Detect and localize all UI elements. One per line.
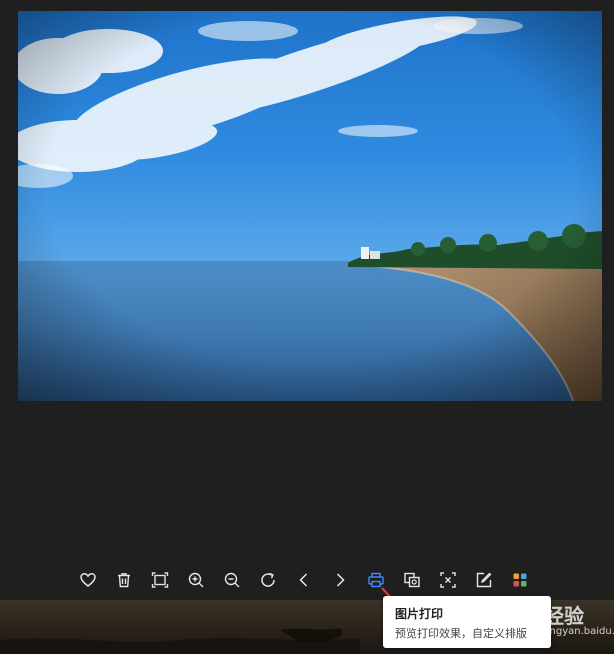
crop-icon xyxy=(440,572,456,588)
zoom-in-button[interactable] xyxy=(178,566,214,594)
edit-button[interactable] xyxy=(466,566,502,594)
watermark-logo: Bai xyxy=(470,600,508,624)
zoom-out-icon xyxy=(224,572,240,588)
chevron-right-icon xyxy=(336,573,345,587)
more-apps-button[interactable] xyxy=(502,566,538,594)
watermark-text: 经验 xyxy=(544,604,584,628)
delete-button[interactable] xyxy=(106,566,142,594)
next-button[interactable] xyxy=(322,566,358,594)
fit-screen-icon xyxy=(151,572,169,588)
apps-grid-icon xyxy=(513,573,527,587)
baidu-jingyan-watermark: Bai 经验 jingyan.baidu.com xyxy=(470,598,614,638)
trash-icon xyxy=(118,573,130,588)
rotate-icon xyxy=(261,572,275,587)
crop-button[interactable] xyxy=(430,566,466,594)
watermark-url: jingyan.baidu.com xyxy=(544,626,614,637)
zoom-in-icon xyxy=(188,572,204,588)
tooltip-title: 图片打印 xyxy=(395,607,444,621)
chevron-left-icon xyxy=(299,573,308,587)
rotate-button[interactable] xyxy=(250,566,286,594)
heart-icon xyxy=(80,573,96,587)
displayed-photo xyxy=(18,11,602,401)
zoom-out-button[interactable] xyxy=(214,566,250,594)
previous-button[interactable] xyxy=(286,566,322,594)
image-viewer-stage xyxy=(0,0,614,600)
viewer-toolbar xyxy=(70,566,540,594)
fit-to-window-button[interactable] xyxy=(142,566,178,594)
edit-icon xyxy=(476,572,492,588)
copy-image-icon xyxy=(404,572,420,588)
favorite-button[interactable] xyxy=(70,566,106,594)
